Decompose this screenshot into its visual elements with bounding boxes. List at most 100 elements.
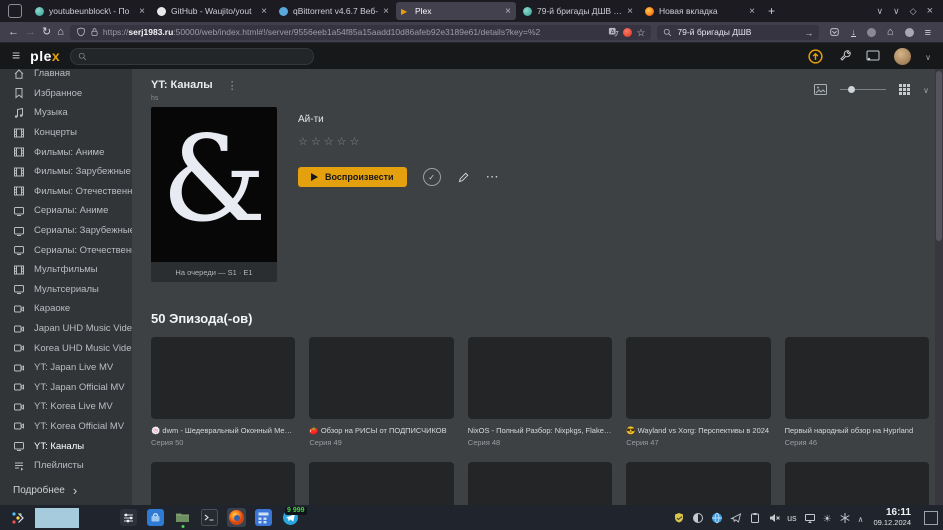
search-input[interactable] [677,27,800,37]
episode-card[interactable]: 😎 Wayland vs Xorg: Перспективы в 2024 Се… [626,337,771,447]
grid-view-icon[interactable] [899,83,911,95]
list-all-tabs-icon[interactable] [876,6,883,17]
back-button[interactable] [8,27,19,38]
snowflake-icon[interactable] [839,512,851,524]
show-desktop-button[interactable] [924,510,938,525]
sidebar-item[interactable]: Караоке [0,299,132,319]
scrollbar-thumb[interactable] [936,71,942,241]
sidebar-item[interactable]: YT: Korea Official MV [0,417,132,437]
extension-icon[interactable] [623,27,633,37]
software-store-icon[interactable] [146,508,165,527]
app-launcher-icon[interactable] [9,509,27,527]
hamburger-menu-icon[interactable] [12,47,20,65]
sidebar-item[interactable]: Фильмы: Зарубежные [0,162,132,182]
view-options-chevron-icon[interactable] [923,80,929,98]
clock[interactable]: 16:11 09.12.2024 [873,508,911,527]
mark-watched-icon[interactable] [422,168,441,186]
translate-icon[interactable]: A [608,27,619,37]
sidebar-item[interactable]: Фильмы: Аниме [0,142,132,162]
episode-thumbnail[interactable] [309,462,454,505]
minimize-button[interactable] [893,6,900,17]
window-preview[interactable] [35,507,79,528]
downloads-icon[interactable] [851,28,856,37]
episode-card[interactable]: NixOS - Полный Разбор: Nixpkgs, Flakes, … [467,337,613,447]
bookmark-star-icon[interactable] [636,23,645,41]
episode-thumbnail[interactable] [626,462,771,505]
browser-tab[interactable]: Plex [396,2,516,20]
slider-knob[interactable] [848,85,856,93]
calculator-app-icon[interactable] [254,508,273,527]
sidebar-item[interactable]: Japan UHD Music Videos [0,319,132,339]
plex-search-bar[interactable] [70,47,315,65]
episode-thumbnail[interactable] [467,462,613,505]
browser-tab[interactable]: qBittorrent v4.6.7 Веб- [274,2,394,20]
episode-title[interactable]: 🍥 dwm - Шедевральный Оконный Менеджер [151,426,295,435]
browser-tab[interactable]: GitHub - Waujito/yout [152,2,272,20]
episode-title[interactable]: Первый народный обзор на Hyprland [785,426,929,435]
episode-title[interactable]: 🍅 Обзор на РИСЫ от ПОДПИСЧИКОВ [309,426,453,435]
clipboard-icon[interactable] [749,512,761,524]
security-shield-icon[interactable] [673,512,685,524]
sidebar-item[interactable]: Плейлисты [0,456,132,476]
episode-title[interactable]: NixOS - Полный Разбор: Nixpkgs, Flakes, … [468,426,612,435]
search-go-icon[interactable] [804,23,813,41]
user-avatar[interactable] [894,47,912,65]
page-scrollbar[interactable] [935,69,943,505]
new-tab-button[interactable] [762,4,781,18]
account-chevron-icon[interactable] [925,47,931,65]
sidebar-item[interactable]: Избранное [0,84,132,104]
maximize-button[interactable] [910,6,917,17]
sidebar-more-button[interactable]: Подробнее [13,483,77,498]
tab-close-icon[interactable] [749,6,755,17]
tab-close-icon[interactable] [505,6,511,17]
episode-thumbnail[interactable] [151,462,296,505]
star-icon[interactable] [324,132,334,150]
sidebar-item[interactable]: Мультсериалы [0,280,132,300]
episode-thumbnail[interactable] [626,337,771,419]
library-menu-icon[interactable] [227,76,238,94]
sidebar-item[interactable]: YT: Japan Official MV [0,378,132,398]
sidebar-item[interactable]: Korea UHD Music Videos [0,338,132,358]
menu-icon[interactable] [925,23,931,41]
browser-tab[interactable]: 79-й бригады ДШВ - П [518,2,638,20]
episode-thumbnail[interactable] [309,337,454,419]
network-globe-icon[interactable] [711,512,723,524]
update-available-icon[interactable] [807,48,824,65]
star-icon[interactable] [298,132,308,150]
brightness-icon[interactable] [823,509,832,527]
episode-thumbnail[interactable] [151,337,296,419]
sidebar-item[interactable]: YT: Korea Live MV [0,397,132,417]
volume-muted-icon[interactable] [768,512,780,524]
tab-close-icon[interactable] [261,6,267,17]
search-bar[interactable] [657,23,820,41]
forward-button[interactable] [25,27,36,38]
episode-thumbnail[interactable] [784,462,929,505]
sidebar-item[interactable]: Концерты [0,123,132,143]
sidebar-item[interactable]: Мультфильмы [0,260,132,280]
sidebar-item[interactable]: Сериалы: Аниме [0,201,132,221]
size-slider[interactable] [840,85,887,93]
url-bar[interactable]: https://serj1983.ru:50000/web/index.html… [69,23,652,41]
browser-tab[interactable]: youtubeunblock\ - По [30,2,150,20]
play-button[interactable]: Воспроизвести [298,167,407,187]
episode-card[interactable]: Первый народный обзор на Hyprland Серия … [784,337,929,447]
sidebar-item[interactable]: Музыка [0,103,132,123]
show-poster-card[interactable]: & На очереди — S1 · E1 [151,107,277,282]
theme-toggle-icon[interactable] [692,512,704,524]
star-icon[interactable] [337,132,347,150]
keyboard-layout-indicator[interactable]: us [787,513,797,523]
settings-app-icon[interactable] [119,508,138,527]
terminal-app-icon[interactable] [200,508,219,527]
firefox-app-icon[interactable] [227,508,246,527]
star-icon[interactable] [311,132,321,150]
tab-close-icon[interactable] [383,6,389,17]
display-icon[interactable] [804,512,816,524]
firefox-view-icon[interactable] [8,4,22,18]
star-icon[interactable] [350,132,360,150]
file-manager-icon[interactable] [173,508,192,528]
episode-thumbnail[interactable] [784,337,929,419]
telegram-tray-icon[interactable] [730,512,742,524]
wrench-settings-icon[interactable] [838,49,852,63]
plex-logo[interactable]: plex [30,48,60,64]
telegram-app-icon[interactable]: 9 999 [281,507,307,527]
